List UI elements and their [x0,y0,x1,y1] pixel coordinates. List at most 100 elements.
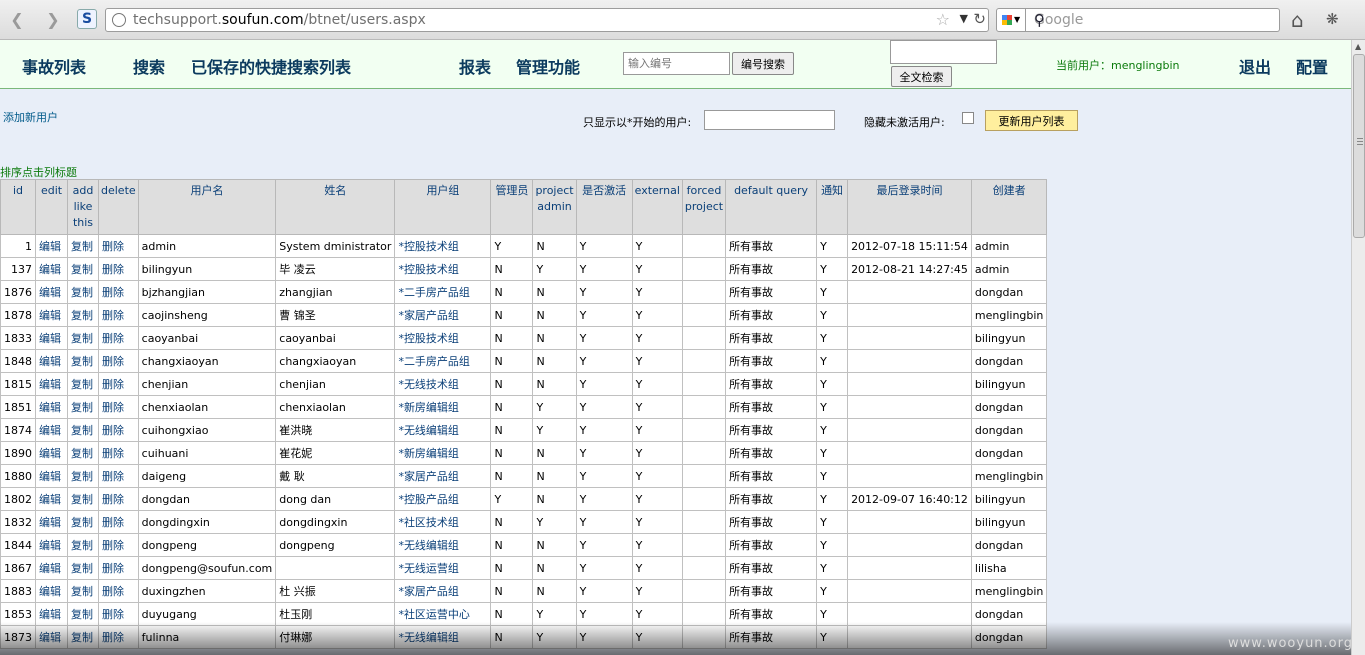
logout-link[interactable]: 退出 [1239,54,1271,78]
bug-id-input[interactable] [623,52,730,75]
delete-link[interactable]: 删除 [98,280,139,304]
copy-link[interactable]: 复制 [67,625,99,649]
scroll-up-icon[interactable]: ▲ [1355,42,1361,51]
copy-link[interactable]: 复制 [67,395,99,419]
delete-link[interactable]: 删除 [98,395,139,419]
chevron-down-icon[interactable]: ▼ [960,12,968,25]
hide-inactive-checkbox[interactable] [962,112,974,124]
column-header[interactable]: 通知 [816,179,849,235]
nav-search[interactable]: 搜索 [133,54,165,78]
copy-link[interactable]: 复制 [67,349,99,373]
copy-link[interactable]: 复制 [67,372,99,396]
delete-link[interactable]: 删除 [98,625,139,649]
group-link[interactable]: *二手房产品组 [394,280,492,304]
group-link[interactable]: *无线编辑组 [394,533,492,557]
copy-link[interactable]: 复制 [67,579,99,603]
url-text[interactable]: techsupport.soufun.com/btnet/users.aspx [133,12,426,28]
fulltext-search-button[interactable]: 全文检索 [891,66,952,87]
delete-link[interactable]: 删除 [98,303,139,327]
delete-link[interactable]: 删除 [98,441,139,465]
copy-link[interactable]: 复制 [67,257,99,281]
delete-link[interactable]: 删除 [98,602,139,626]
delete-link[interactable]: 删除 [98,372,139,396]
copy-link[interactable]: 复制 [67,326,99,350]
copy-link[interactable]: 复制 [67,510,99,534]
forward-icon[interactable]: ❯ [42,9,64,31]
bug-id-search-button[interactable]: 编号搜索 [732,52,794,75]
column-header[interactable]: external [631,179,683,235]
column-header[interactable]: 最后登录时间 [847,179,972,235]
column-header[interactable]: edit [35,179,68,235]
delete-link[interactable]: 删除 [98,579,139,603]
search-engine-icon[interactable]: ▼ [996,8,1026,32]
group-link[interactable]: *家居产品组 [394,303,492,327]
group-link[interactable]: *控股产品组 [394,487,492,511]
edit-link[interactable]: 编辑 [35,533,68,557]
group-link[interactable]: *无线编辑组 [394,625,492,649]
column-header[interactable]: delete [98,179,139,235]
copy-link[interactable]: 复制 [67,556,99,580]
column-header[interactable]: add like this [67,179,99,235]
user-filter-input[interactable] [704,110,835,130]
column-header[interactable]: 用户组 [394,179,492,235]
column-header[interactable]: 是否激活 [575,179,633,235]
group-link[interactable]: *控股技术组 [394,234,492,258]
copy-link[interactable]: 复制 [67,441,99,465]
edit-link[interactable]: 编辑 [35,395,68,419]
copy-link[interactable]: 复制 [67,602,99,626]
copy-link[interactable]: 复制 [67,487,99,511]
edit-link[interactable]: 编辑 [35,234,68,258]
column-header[interactable]: 用户名 [137,179,277,235]
edit-link[interactable]: 编辑 [35,510,68,534]
nav-bugs[interactable]: 事故列表 [22,54,86,78]
copy-link[interactable]: 复制 [67,234,99,258]
bug-icon[interactable]: ❋ [1326,10,1339,28]
group-link[interactable]: *社区技术组 [394,510,492,534]
group-link[interactable]: *无线编辑组 [394,418,492,442]
delete-link[interactable]: 删除 [98,533,139,557]
delete-link[interactable]: 删除 [98,510,139,534]
edit-link[interactable]: 编辑 [35,303,68,327]
edit-link[interactable]: 编辑 [35,257,68,281]
bookmark-star-icon[interactable]: ☆ [936,10,950,29]
home-icon[interactable]: ⌂ [1291,8,1304,32]
column-header[interactable]: 姓名 [275,179,396,235]
refresh-users-button[interactable]: 更新用户列表 [985,110,1078,131]
copy-link[interactable]: 复制 [67,418,99,442]
column-header[interactable]: id [0,179,36,235]
nav-reports[interactable]: 报表 [459,54,491,78]
delete-link[interactable]: 删除 [98,464,139,488]
column-header[interactable]: project admin [532,179,577,235]
group-link[interactable]: *新房编辑组 [394,395,492,419]
web-search-input[interactable]: Google ⚲ [1026,8,1280,32]
group-link[interactable]: *新房编辑组 [394,441,492,465]
delete-link[interactable]: 删除 [98,326,139,350]
edit-link[interactable]: 编辑 [35,602,68,626]
edit-link[interactable]: 编辑 [35,625,68,649]
column-header[interactable]: default query [725,179,818,235]
reload-icon[interactable]: ↻ [973,10,986,28]
column-header[interactable]: 管理员 [490,179,534,235]
search-icon[interactable]: ⚲ [1034,11,1275,29]
edit-link[interactable]: 编辑 [35,487,68,511]
edit-link[interactable]: 编辑 [35,349,68,373]
address-bar[interactable]: techsupport.soufun.com/btnet/users.aspx … [105,8,989,32]
delete-link[interactable]: 删除 [98,257,139,281]
scroll-thumb[interactable] [1353,54,1365,238]
column-header[interactable]: 创建者 [970,179,1048,235]
back-icon[interactable]: ❮ [6,9,28,31]
copy-link[interactable]: 复制 [67,303,99,327]
add-user-link[interactable]: 添加新用户 [3,109,58,125]
site-identity-icon[interactable]: S [77,9,97,29]
nav-saved-queries[interactable]: 已保存的快捷搜索列表 [191,54,351,78]
edit-link[interactable]: 编辑 [35,372,68,396]
copy-link[interactable]: 复制 [67,533,99,557]
edit-link[interactable]: 编辑 [35,326,68,350]
delete-link[interactable]: 删除 [98,556,139,580]
group-link[interactable]: *家居产品组 [394,579,492,603]
group-link[interactable]: *控股技术组 [394,326,492,350]
delete-link[interactable]: 删除 [98,418,139,442]
settings-link[interactable]: 配置 [1296,54,1328,78]
edit-link[interactable]: 编辑 [35,441,68,465]
edit-link[interactable]: 编辑 [35,280,68,304]
